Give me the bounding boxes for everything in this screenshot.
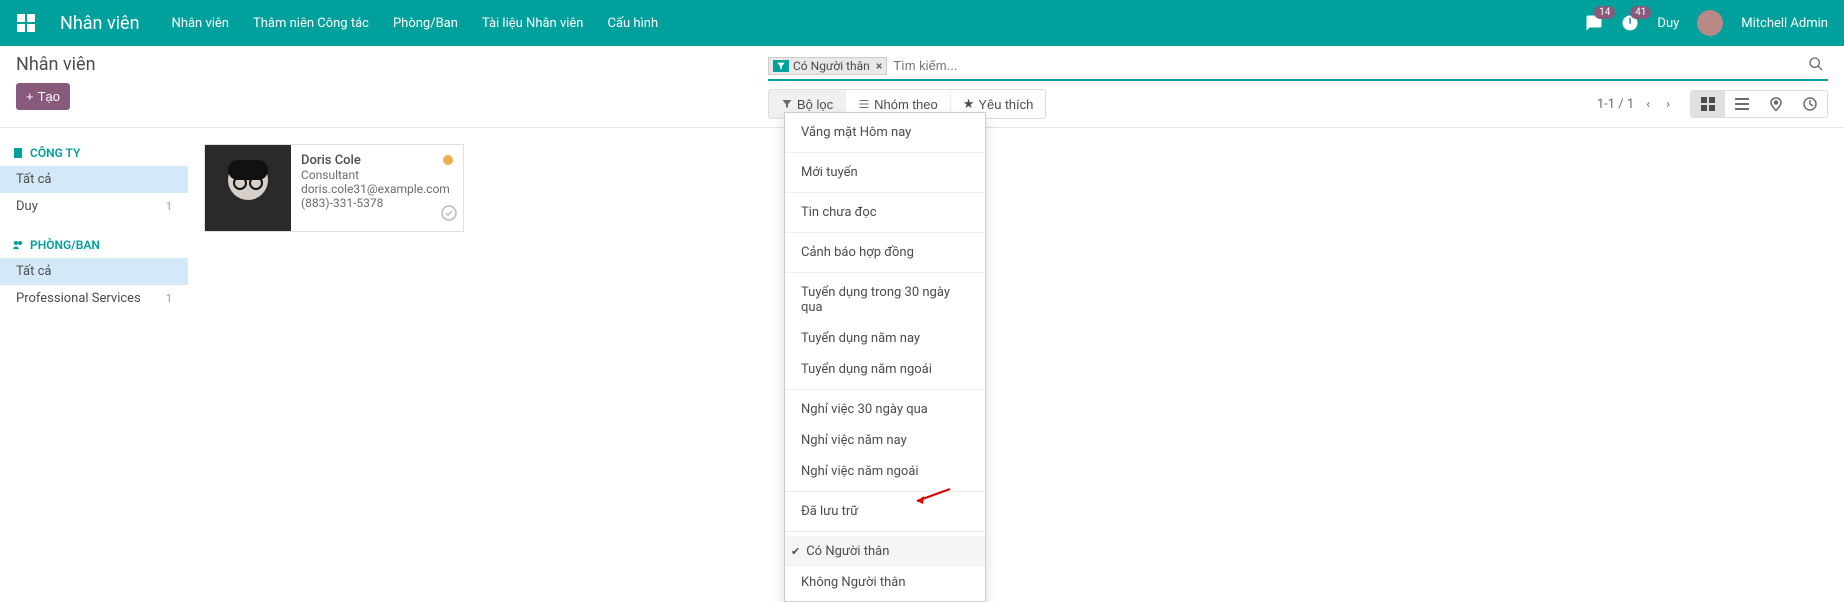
app-name[interactable]: Nhân viên bbox=[60, 13, 140, 34]
sidebar-dept-all[interactable]: Tất cả bbox=[0, 258, 188, 285]
apps-icon[interactable] bbox=[16, 13, 36, 33]
filter-hired-year[interactable]: Tuyển dụng năm nay bbox=[785, 323, 985, 354]
employee-name: Doris Cole bbox=[301, 153, 453, 168]
sidebar: CÔNG TY Tất cả Duy 1 PHÒNG/BAN Tất cả Pr… bbox=[0, 128, 188, 324]
admin-user[interactable]: Mitchell Admin bbox=[1741, 16, 1828, 31]
status-dot-icon bbox=[443, 155, 453, 165]
topbar: Nhân viên Nhân viên Thâm niên Công tác P… bbox=[0, 0, 1844, 46]
sidebar-company-title: CÔNG TY bbox=[0, 140, 188, 166]
nav-seniority[interactable]: Thâm niên Công tác bbox=[253, 16, 369, 31]
view-kanban-icon[interactable] bbox=[1691, 91, 1725, 117]
view-list-icon[interactable] bbox=[1725, 91, 1759, 117]
filter-left-30d[interactable]: Nghỉ việc 30 ngày qua bbox=[785, 394, 985, 425]
employee-phone: (883)-331-5378 bbox=[301, 196, 453, 210]
view-map-icon[interactable] bbox=[1759, 91, 1793, 117]
search-input[interactable] bbox=[887, 54, 1804, 77]
employee-card[interactable]: Doris Cole Consultant doris.cole31@examp… bbox=[204, 144, 464, 232]
search-icon[interactable] bbox=[1804, 56, 1828, 76]
plus-icon: + bbox=[26, 89, 34, 104]
activities-badge: 41 bbox=[1630, 6, 1651, 19]
topbar-right: 14 41 Duy Mitchell Admin bbox=[1585, 10, 1828, 36]
messages-badge: 14 bbox=[1594, 6, 1615, 19]
filter-contract-warning[interactable]: Cảnh báo hợp đồng bbox=[785, 237, 985, 268]
employee-role: Consultant bbox=[301, 168, 453, 182]
pager-next-icon[interactable]: › bbox=[1662, 93, 1674, 116]
page-title: Nhân viên bbox=[16, 54, 96, 75]
filter-chip[interactable]: Có Người thân × bbox=[768, 57, 887, 75]
sidebar-dept-title: PHÒNG/BAN bbox=[0, 232, 188, 258]
filter-left-lastyear[interactable]: Nghỉ việc năm ngoái bbox=[785, 456, 985, 487]
messages-icon[interactable]: 14 bbox=[1585, 14, 1603, 32]
star-icon: ★ bbox=[963, 96, 975, 112]
employee-photo bbox=[205, 145, 291, 231]
controls-right: 1-1 / 1 ‹ › bbox=[1597, 90, 1828, 118]
avatar[interactable] bbox=[1697, 10, 1723, 36]
nav-links: Nhân viên Thâm niên Công tác Phòng/Ban T… bbox=[172, 16, 659, 31]
filter-no-relative[interactable]: Không Người thân bbox=[785, 567, 985, 598]
company-user[interactable]: Duy bbox=[1657, 16, 1679, 31]
filter-has-relative[interactable]: Có Người thân bbox=[785, 536, 985, 567]
sidebar-dept-prof[interactable]: Professional Services 1 bbox=[0, 285, 188, 312]
sidebar-company-duy[interactable]: Duy 1 bbox=[0, 193, 188, 220]
employee-email: doris.cole31@example.com bbox=[301, 182, 453, 196]
filter-chip-label: Có Người thân bbox=[793, 59, 870, 73]
nav-department[interactable]: Phòng/Ban bbox=[393, 16, 458, 31]
filter-absent-today[interactable]: Vắng mặt Hôm nay bbox=[785, 117, 985, 148]
topbar-left: Nhân viên Nhân viên Thâm niên Công tác P… bbox=[16, 13, 658, 34]
filters-label: Bộ lọc bbox=[797, 97, 833, 112]
groupby-label: Nhóm theo bbox=[874, 97, 938, 112]
control-panel-right: Có Người thân × Bộ lọc Nhóm theo ★ bbox=[768, 54, 1828, 119]
nav-config[interactable]: Cấu hình bbox=[607, 16, 658, 31]
filter-hired-lastyear[interactable]: Tuyển dụng năm ngoái bbox=[785, 354, 985, 385]
control-panel-left: Nhân viên + Tạo bbox=[16, 54, 96, 110]
pager-value: 1-1 / 1 bbox=[1597, 97, 1634, 112]
filter-unread[interactable]: Tin chưa đọc bbox=[785, 197, 985, 228]
filter-hired-30d[interactable]: Tuyển dụng trong 30 ngày qua bbox=[785, 277, 985, 323]
card-checkin-icon[interactable] bbox=[441, 205, 457, 225]
filter-newly-hired[interactable]: Mới tuyển bbox=[785, 157, 985, 188]
employee-card-body: Doris Cole Consultant doris.cole31@examp… bbox=[291, 145, 463, 231]
favorites-label: Yêu thích bbox=[978, 97, 1033, 112]
pager: 1-1 / 1 ‹ › bbox=[1597, 93, 1674, 116]
filter-archived[interactable]: Đã lưu trữ bbox=[785, 496, 985, 527]
filter-left-year[interactable]: Nghỉ việc năm nay bbox=[785, 425, 985, 456]
create-label: Tạo bbox=[38, 89, 60, 104]
view-switcher bbox=[1690, 90, 1828, 118]
pager-prev-icon[interactable]: ‹ bbox=[1642, 93, 1654, 116]
funnel-icon bbox=[773, 60, 789, 72]
nav-documents[interactable]: Tài liệu Nhân viên bbox=[482, 16, 584, 31]
nav-employees[interactable]: Nhân viên bbox=[172, 16, 229, 31]
filters-dropdown: Vắng mặt Hôm nay Mới tuyển Tin chưa đọc … bbox=[784, 112, 986, 602]
sidebar-company-all[interactable]: Tất cả bbox=[0, 166, 188, 193]
create-button[interactable]: + Tạo bbox=[16, 83, 70, 110]
content: Doris Cole Consultant doris.cole31@examp… bbox=[188, 128, 1844, 324]
remove-chip-icon[interactable]: × bbox=[876, 59, 882, 73]
view-activity-icon[interactable] bbox=[1793, 91, 1827, 117]
activities-icon[interactable]: 41 bbox=[1621, 14, 1639, 32]
search-bar: Có Người thân × bbox=[768, 54, 1828, 81]
